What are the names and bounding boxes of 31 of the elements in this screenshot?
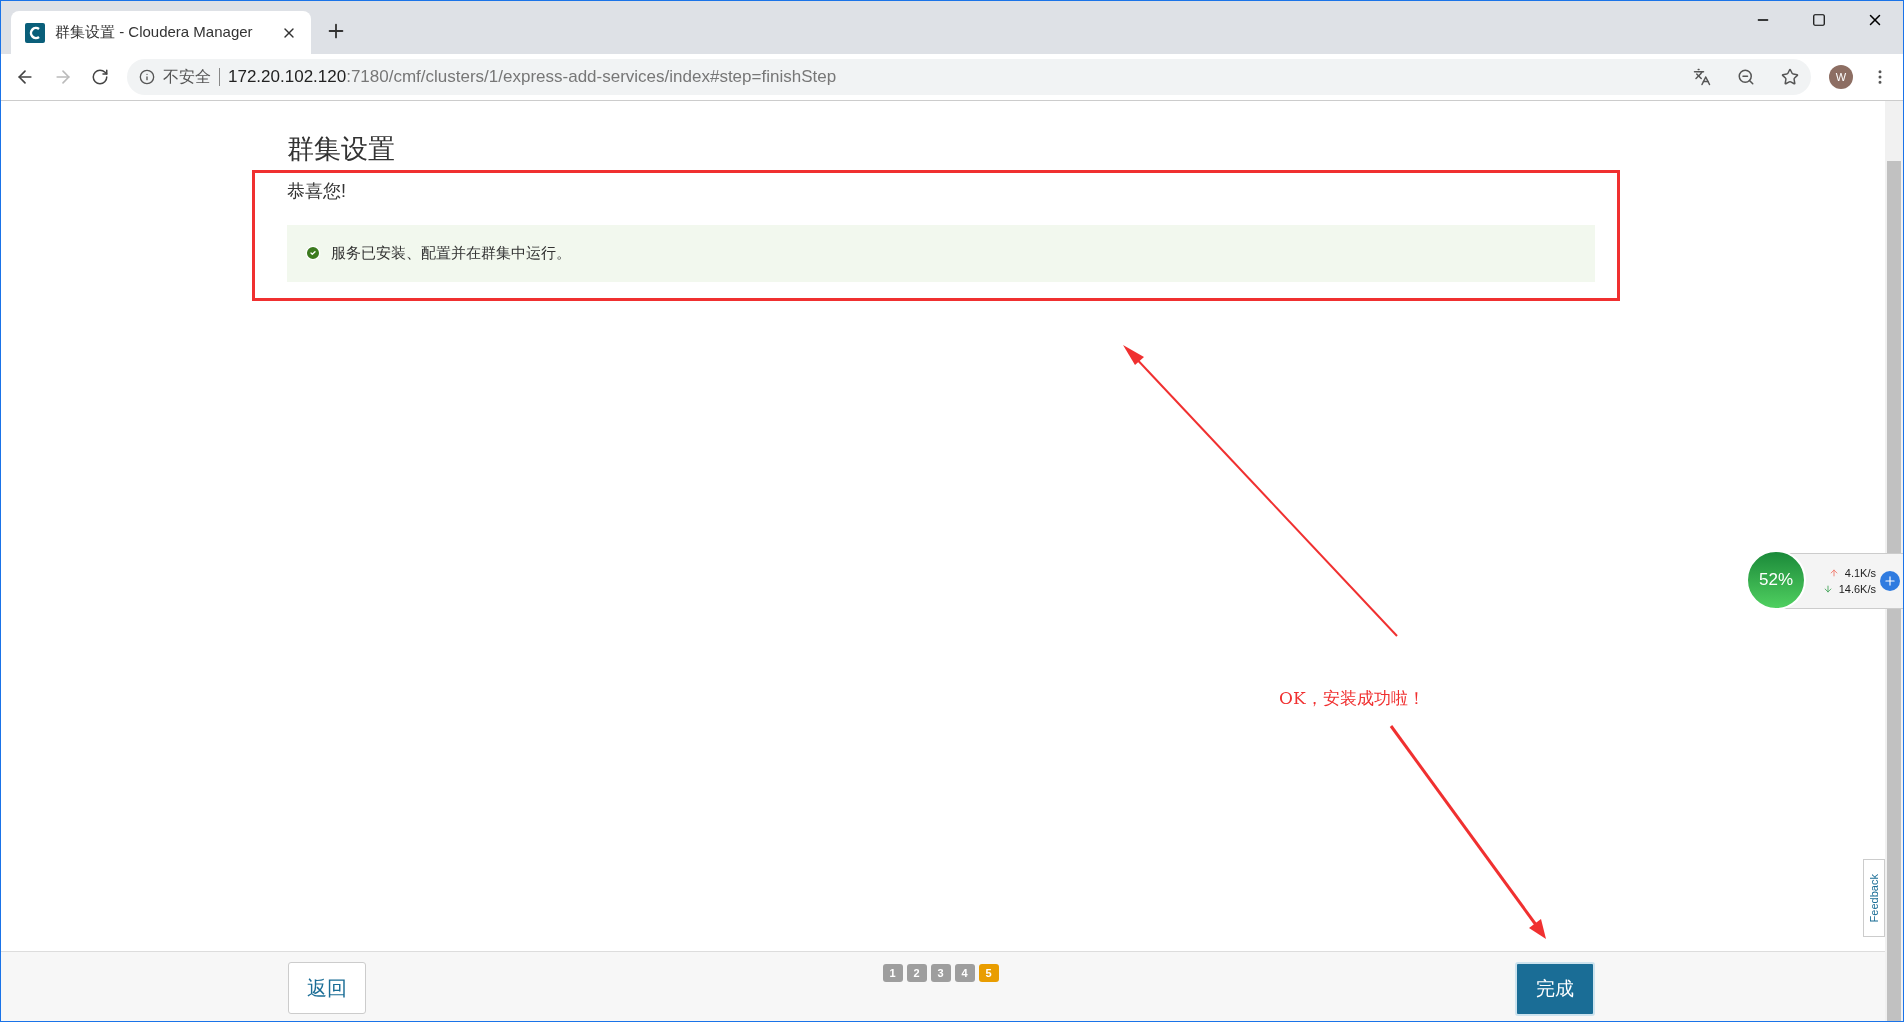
address-bar[interactable]: 不安全 172.20.102.120:7180/cmf/clusters/1/express-add-services/index#step=finishStep bbox=[127, 59, 1811, 95]
info-icon bbox=[139, 69, 155, 85]
success-message: 服务已安装、配置并在群集中运行。 bbox=[331, 242, 571, 263]
reload-icon[interactable] bbox=[91, 68, 109, 86]
check-icon bbox=[305, 245, 321, 261]
zoom-out-icon[interactable] bbox=[1737, 68, 1755, 86]
plus-icon[interactable] bbox=[1880, 571, 1900, 591]
download-arrow-icon bbox=[1822, 584, 1833, 595]
step-indicator[interactable]: 1 bbox=[882, 964, 903, 982]
step-indicator[interactable]: 2 bbox=[906, 964, 927, 982]
upload-speed: 4.1K/s bbox=[1844, 565, 1876, 581]
congrats-text: 恭喜您! bbox=[287, 179, 347, 203]
feedback-tab[interactable]: Feedback bbox=[1863, 859, 1885, 937]
profile-avatar[interactable]: W bbox=[1829, 65, 1853, 89]
bookmark-star-icon[interactable] bbox=[1781, 68, 1799, 86]
page-title: 群集设置 bbox=[287, 133, 396, 166]
step-indicator[interactable]: 4 bbox=[954, 964, 975, 982]
tab-title: 群集设置 - Cloudera Manager bbox=[55, 22, 254, 43]
annotation-text: OK，安装成功啦！ bbox=[1279, 687, 1425, 710]
browser-tab[interactable]: 群集设置 - Cloudera Manager bbox=[11, 11, 311, 54]
download-speed: 14.6K/s bbox=[1838, 582, 1876, 597]
upload-arrow-icon bbox=[1828, 567, 1839, 578]
usage-gauge: 52% bbox=[1746, 550, 1806, 610]
step-indicator[interactable]: 3 bbox=[930, 964, 951, 982]
url-text: 172.20.102.120:7180/cmf/clusters/1/express-add-services/index#step=finishStep bbox=[228, 66, 837, 89]
scrollbar[interactable] bbox=[1885, 101, 1903, 1021]
security-label: 不安全 bbox=[163, 67, 211, 87]
back-button[interactable]: 返回 bbox=[288, 962, 366, 1014]
app-logo-icon bbox=[25, 22, 45, 43]
translate-icon[interactable] bbox=[1693, 68, 1711, 86]
finish-button[interactable]: 完成 bbox=[1515, 962, 1595, 1016]
